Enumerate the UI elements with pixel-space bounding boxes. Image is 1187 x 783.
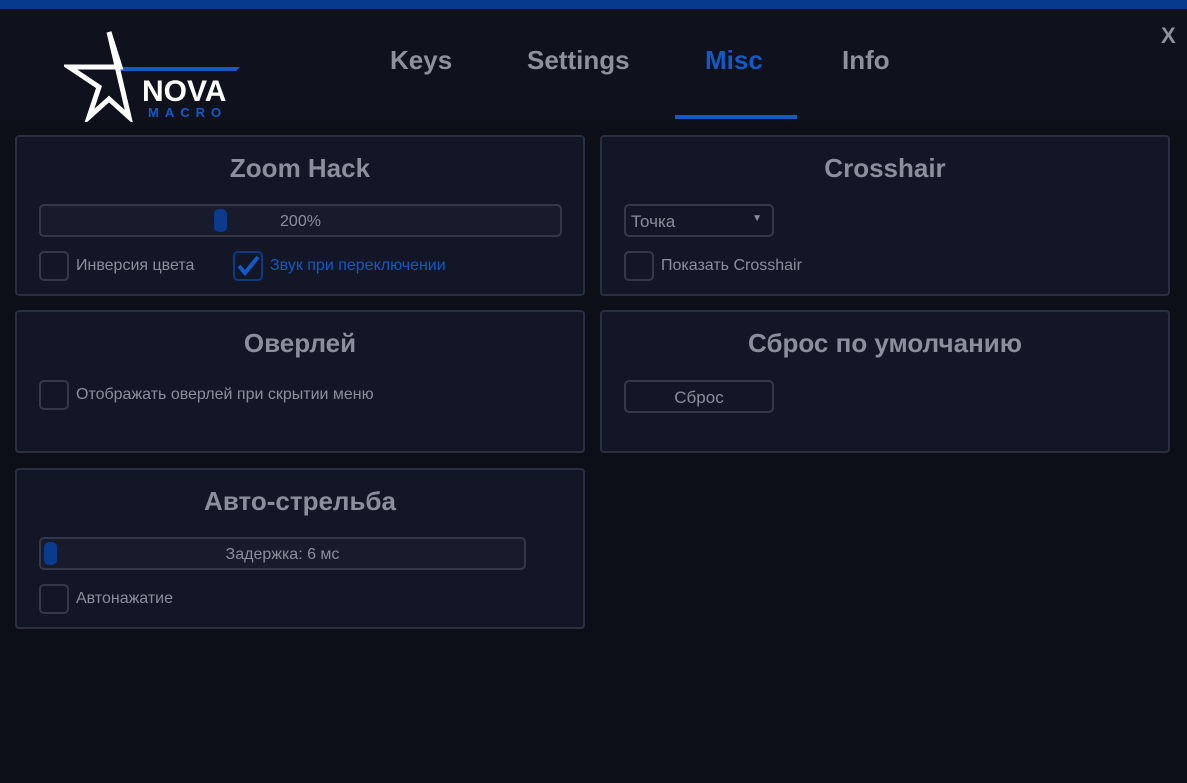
active-tab-indicator bbox=[675, 115, 797, 119]
select-value: Точка bbox=[631, 212, 676, 231]
checkbox-box[interactable] bbox=[39, 380, 69, 410]
checkbox-label: Показать Crosshair bbox=[661, 257, 802, 274]
checkbox-label: Отображать оверлей при скрытии меню bbox=[76, 386, 374, 403]
svg-text:MACRO: MACRO bbox=[148, 105, 227, 120]
checkbox-box[interactable] bbox=[624, 251, 654, 281]
show-overlay-checkbox[interactable]: Отображать оверлей при скрытии меню bbox=[39, 380, 374, 410]
dropdown-arrow-icon: ▼ bbox=[752, 213, 762, 224]
slider-value: 200% bbox=[280, 213, 321, 230]
panel-title: Сброс по умолчанию bbox=[748, 328, 1022, 358]
reset-button[interactable]: Сброс bbox=[624, 380, 774, 413]
autofire-panel: Авто-стрельба Задержка: 6 мс Автонажатие bbox=[15, 468, 585, 629]
reset-panel: Сброс по умолчанию Сброс bbox=[600, 310, 1170, 453]
nova-macro-logo: NOVA MACRO bbox=[64, 31, 240, 122]
close-button[interactable]: X bbox=[1161, 23, 1176, 49]
zoom-hack-panel: Zoom Hack 200% Инверсия цвета Звук при п… bbox=[15, 135, 585, 296]
crosshair-type-select[interactable]: Точка ▼ bbox=[624, 204, 774, 237]
slider-value: Задержка: 6 мс bbox=[225, 546, 340, 563]
tab-settings[interactable]: Settings bbox=[527, 45, 630, 76]
crosshair-panel: Crosshair Точка ▼ Показать Crosshair bbox=[600, 135, 1170, 296]
checkbox-label: Автонажатие bbox=[76, 590, 174, 607]
checkbox-box[interactable] bbox=[39, 584, 69, 614]
show-crosshair-checkbox[interactable]: Показать Crosshair bbox=[624, 251, 802, 281]
toggle-sound-checkbox[interactable]: Звук при переключении bbox=[233, 251, 446, 281]
svg-text:NOVA: NOVA bbox=[142, 75, 226, 108]
panel-title: Crosshair bbox=[824, 153, 946, 183]
tab-keys[interactable]: Keys bbox=[390, 45, 452, 76]
header: NOVA MACRO Keys Settings Misc Info X bbox=[0, 9, 1187, 122]
panel-title: Авто-стрельба bbox=[204, 486, 396, 516]
checkbox-label: Инверсия цвета bbox=[76, 257, 195, 274]
delay-slider[interactable]: Задержка: 6 мс bbox=[39, 537, 526, 570]
tab-info[interactable]: Info bbox=[842, 45, 890, 76]
checkbox-box[interactable] bbox=[39, 251, 69, 281]
zoom-slider[interactable]: 200% bbox=[39, 204, 562, 237]
panel-title: Zoom Hack bbox=[229, 153, 371, 183]
checkbox-box[interactable] bbox=[233, 251, 263, 281]
invert-color-checkbox[interactable]: Инверсия цвета bbox=[39, 251, 194, 281]
check-icon bbox=[237, 255, 260, 277]
top-accent-bar bbox=[0, 0, 1187, 9]
panel-title: Оверлей bbox=[243, 328, 357, 358]
tab-misc[interactable]: Misc bbox=[705, 45, 763, 76]
autopress-checkbox[interactable]: Автонажатие bbox=[39, 584, 173, 614]
checkbox-label: Звук при переключении bbox=[270, 257, 446, 274]
overlay-panel: Оверлей Отображать оверлей при скрытии м… bbox=[15, 310, 585, 453]
